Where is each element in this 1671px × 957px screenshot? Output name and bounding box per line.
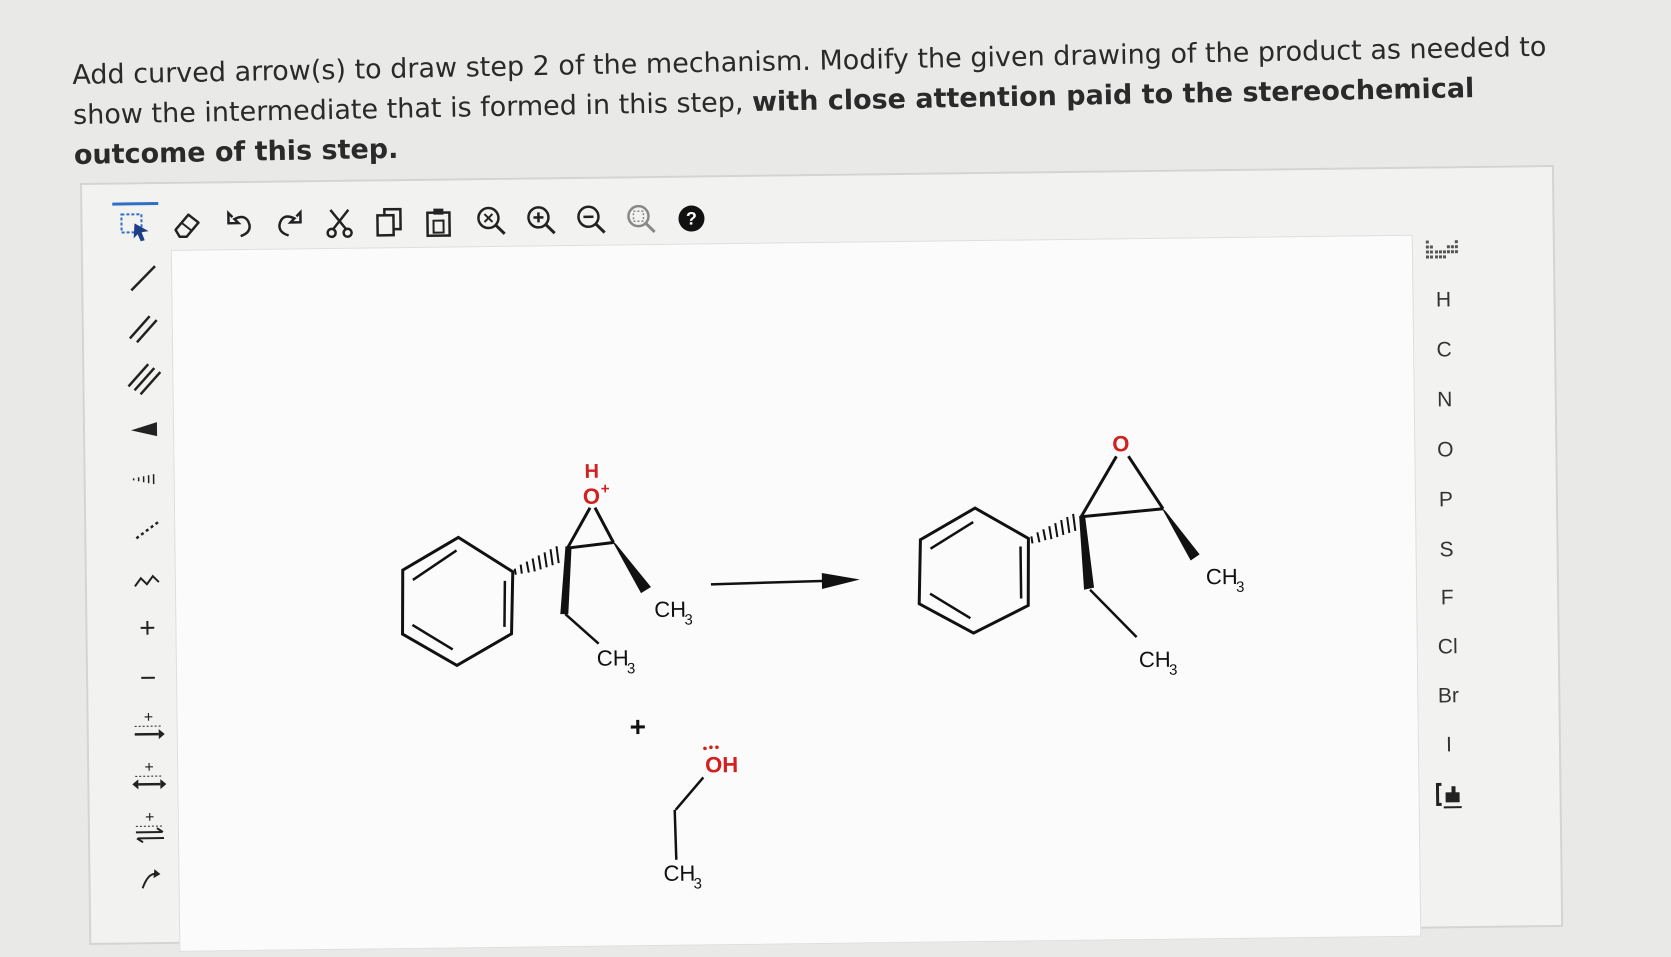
reactant-methyl-2[interactable]: CH 3 [597,645,636,677]
dashed-bond-icon[interactable] [116,504,177,553]
reactant-oxonium-o[interactable]: O [583,484,600,509]
product-methyl-2-label: CH [1139,647,1171,672]
element-br[interactable]: Br [1418,674,1479,719]
product-methyl-1-label: CH [1206,564,1238,589]
product-bond-1[interactable] [1090,589,1137,638]
triple-bond-icon[interactable] [114,354,175,403]
element-p[interactable]: P [1416,478,1477,523]
product-wedge-bond-1[interactable] [1079,516,1094,590]
negative-charge-icon[interactable]: − [118,654,179,703]
plus-sign: + [629,711,646,742]
hash-bond-icon[interactable] [115,454,176,503]
element-o[interactable]: O [1415,428,1476,473]
reactant-methyl-2-sub: 3 [627,660,636,677]
ethanol-molecule[interactable]: OH CH 3 [662,745,740,893]
positive-charge-label: + [139,612,156,644]
zoom-reset-icon[interactable] [468,198,515,245]
reactant-benzene-ring[interactable] [401,537,514,666]
svg-text:+: + [144,759,154,776]
product-methyl-1[interactable]: CH 3 [1206,564,1245,596]
zoom-in-icon[interactable] [518,197,565,244]
bracket-icon[interactable] [1419,773,1480,818]
ethanol-ch3-sub: 3 [694,875,703,892]
double-bond-icon[interactable] [113,304,174,353]
svg-text:?: ? [686,208,697,228]
product-oxygen[interactable]: O [1112,431,1129,456]
zoom-out-icon[interactable] [568,196,615,243]
negative-charge-label: − [140,662,157,694]
equilibrium-arrow-icon[interactable]: + [120,804,181,853]
resonance-arrow-icon[interactable]: + [119,754,180,803]
svg-text:+: + [144,709,154,726]
reactant-methyl-1-label: CH [654,597,686,622]
element-f[interactable]: F [1417,576,1478,621]
product-methyl-2-sub: 3 [1169,662,1178,679]
reactant-wedge-bond-2[interactable] [611,539,651,593]
product-methyl-2[interactable]: CH 3 [1139,647,1178,679]
eraser-icon[interactable] [164,201,211,248]
svg-text:+: + [145,809,155,826]
element-h[interactable]: H [1413,278,1474,323]
top-toolbar: ? [112,203,113,253]
cut-icon[interactable] [316,200,363,247]
select-tool-icon[interactable] [112,202,159,252]
periodic-table-icon[interactable] [1413,228,1474,273]
zoom-fit-icon[interactable] [618,196,665,243]
element-n[interactable]: N [1414,378,1475,423]
element-c[interactable]: C [1414,328,1475,373]
reaction-arrow-icon[interactable]: + [118,704,179,753]
undo-icon[interactable] [216,201,263,248]
wedge-bond-icon[interactable] [115,404,176,453]
left-toolbar: + − + + + [113,254,173,255]
product-methyl-1-sub: 3 [1236,579,1245,596]
reactant-epoxide-ring[interactable] [567,508,613,549]
element-s[interactable]: S [1416,528,1477,573]
reactant-methyl-1[interactable]: CH 3 [654,597,693,629]
reactant-methyl-2-label: CH [597,645,629,670]
drawing-canvas[interactable]: H O + CH 3 CH 3 + OH [171,235,1421,952]
reaction-drawing: H O + CH 3 CH 3 + OH [172,236,1420,951]
question-text: Add curved arrow(s) to draw step 2 of th… [72,27,1594,176]
element-i[interactable]: I [1419,723,1480,768]
positive-charge-icon[interactable]: + [117,604,178,653]
ethanol-oh-label: OH [705,752,738,777]
product-benzene-ring[interactable] [918,507,1030,633]
reactant-hash-bond[interactable] [514,546,558,575]
ethanol-ch3-label: CH [663,861,695,886]
product-epoxide-ring[interactable] [1080,456,1163,517]
help-icon[interactable]: ? [668,195,715,242]
product-hash-bond[interactable] [1031,514,1075,544]
curved-arrow-icon[interactable] [120,854,181,903]
reactant-oxonium-charge: + [601,481,610,498]
element-cl[interactable]: Cl [1418,625,1479,670]
reaction-arrow[interactable] [711,573,860,591]
single-bond-icon[interactable] [113,254,174,303]
paste-icon[interactable] [416,198,463,245]
reactant-wedge-bond-1[interactable] [559,546,572,614]
product-wedge-bond-2[interactable] [1161,506,1200,560]
redo-icon[interactable] [266,200,313,247]
chain-icon[interactable] [117,554,178,603]
reactant-methyl-1-sub: 3 [684,612,693,629]
reactant-bond-1[interactable] [565,614,598,644]
reactant-oxonium-h[interactable]: H [584,461,599,483]
right-toolbar: H C N O P S F Cl Br I [1413,228,1473,229]
copy-icon[interactable] [366,199,413,246]
structure-editor: ? + − + + + [80,165,1563,945]
